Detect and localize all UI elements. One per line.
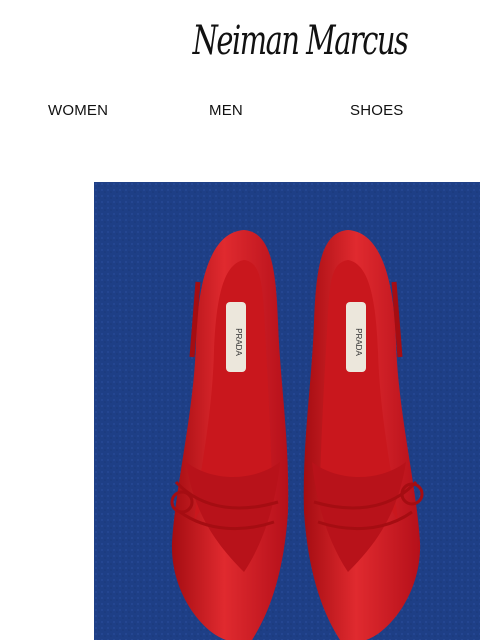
red-pumps-illustration: PRADA PRADA — [94, 182, 480, 640]
rug-background — [94, 182, 480, 640]
nav-item-women[interactable]: WOMEN — [48, 102, 108, 119]
nav-item-men[interactable]: MEN — [209, 102, 243, 119]
hero-image[interactable]: PRADA PRADA — [94, 182, 480, 640]
main-nav: WOMEN MEN SHOES — [0, 102, 480, 124]
right-label-text: PRADA — [354, 328, 363, 356]
header: Neiman Marcus — [0, 0, 480, 90]
nav-item-shoes[interactable]: SHOES — [350, 102, 404, 119]
brand-logo[interactable]: Neiman Marcus — [84, 18, 480, 64]
left-label-text: PRADA — [234, 328, 243, 356]
